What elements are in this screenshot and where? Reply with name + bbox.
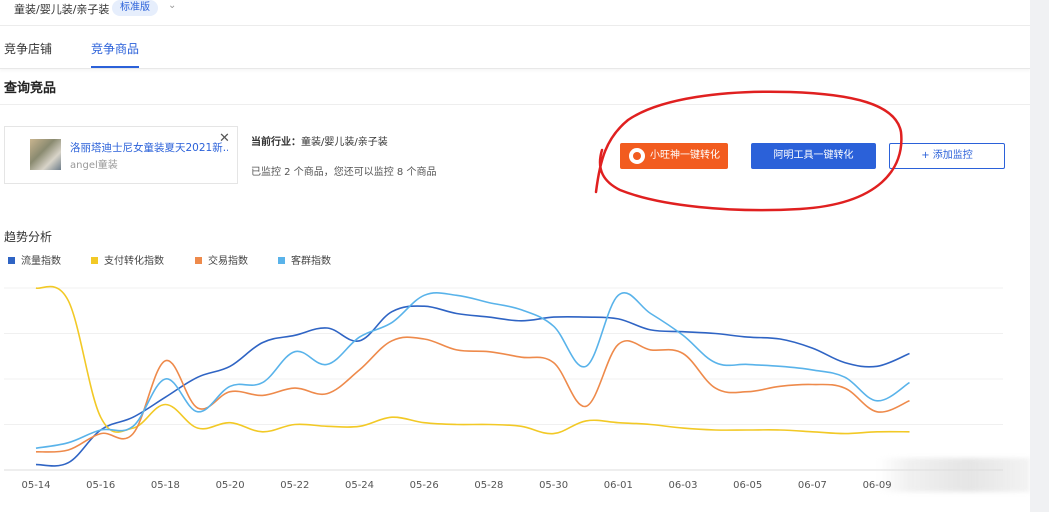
legend-label: 客群指数: [291, 256, 331, 267]
industry-label: 当前行业：: [251, 137, 301, 148]
xiaowang-convert-label: 小旺神一键转化: [650, 150, 720, 161]
legend-swatch: [195, 257, 202, 264]
legend-item-trade[interactable]: 交易指数: [195, 252, 248, 267]
add-monitor-button[interactable]: + 添加监控: [889, 143, 1005, 169]
category-path[interactable]: 童装/婴儿装/亲子装: [14, 1, 109, 17]
legend-swatch: [278, 257, 285, 264]
tab-competing-products[interactable]: 竞争商品: [91, 40, 139, 57]
ali-tool-convert-button[interactable]: 阿明工具一键转化: [751, 143, 876, 169]
blurred-region: [878, 458, 1030, 492]
edition-badge: 标准版: [112, 0, 158, 16]
scroll-gutter: [1030, 0, 1049, 512]
legend-item-customer-group[interactable]: 客群指数: [278, 252, 331, 267]
divider: [0, 104, 1030, 105]
product-title[interactable]: 洛丽塔迪士尼女童装夏天2021新...: [70, 140, 228, 155]
legend-swatch: [91, 257, 98, 264]
monitor-count-note: 已监控 2 个商品，您还可以监控 8 个商品: [251, 167, 437, 178]
chevron-down-icon[interactable]: ⌄: [168, 0, 176, 11]
product-shop: angel童装: [70, 160, 118, 171]
product-card[interactable]: 洛丽塔迪士尼女童装夏天2021新... angel童装 ✕: [4, 126, 238, 184]
legend-item-traffic[interactable]: 流量指数: [8, 252, 61, 267]
legend-item-pay-conversion[interactable]: 支付转化指数: [91, 252, 164, 267]
trend-title: 趋势分析: [4, 230, 53, 244]
close-icon[interactable]: ✕: [219, 131, 230, 146]
industry-value: 童装/婴儿装/亲子装: [301, 137, 388, 148]
page: 童装/婴儿装/亲子装 标准版 ⌄ 竞争店铺 竞争商品 查询竞品 洛丽塔迪士尼女童…: [0, 0, 1030, 512]
legend-swatch: [8, 257, 15, 264]
legend-label: 交易指数: [208, 256, 248, 267]
category-bar: 童装/婴儿装/亲子装 标准版 ⌄: [0, 0, 1030, 26]
product-thumbnail: [30, 139, 61, 170]
tab-competing-shops[interactable]: 竞争店铺: [4, 40, 52, 57]
xiaowang-convert-button[interactable]: 小旺神一键转化: [620, 143, 728, 169]
tab-bar: 竞争店铺 竞争商品: [0, 27, 1030, 69]
robot-icon: [629, 148, 645, 164]
legend-label: 支付转化指数: [104, 256, 164, 267]
current-industry: 当前行业：童装/婴儿装/亲子装: [251, 133, 388, 148]
legend-label: 流量指数: [21, 256, 61, 267]
active-tab-indicator: [91, 66, 139, 68]
section-title: 查询竞品: [4, 81, 57, 96]
